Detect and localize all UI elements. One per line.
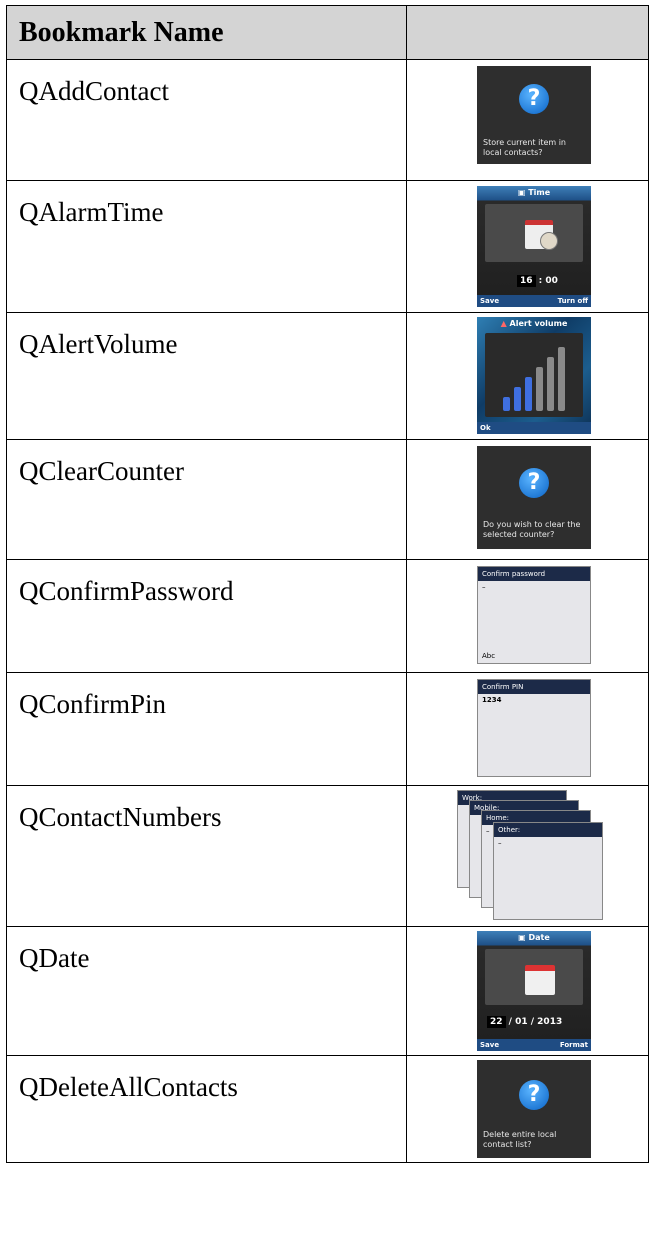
form-value: –	[482, 583, 486, 591]
date-title: Date	[528, 933, 550, 942]
bookmark-name: QDate	[6, 926, 407, 1056]
table-row: QConfirmPin Confirm PIN 1234	[6, 672, 649, 786]
bookmark-table: Bookmark Name QAddContact ? Store curren…	[6, 5, 649, 1163]
date-value: 22 / 01 / 2013	[487, 1016, 563, 1028]
bookmark-thumbnail: Work: Mobile: Home: – Other: –	[406, 785, 649, 927]
softkey-right: Format	[559, 1041, 588, 1049]
header-bookmark-name: Bookmark Name	[6, 5, 407, 60]
volume-bar-2	[514, 387, 521, 411]
header-image	[406, 5, 649, 60]
time-value: 16 : 00	[517, 275, 558, 287]
bookmark-name: QClearCounter	[6, 439, 407, 560]
volume-title: Alert volume	[509, 319, 568, 328]
softkey-left: Save	[480, 1041, 500, 1049]
question-screen: ? Do you wish to clear the selected coun…	[477, 446, 591, 549]
day-field: 22	[487, 1016, 506, 1028]
table-row: QConfirmPassword Confirm password – Abc	[6, 559, 649, 673]
bookmark-name: QContactNumbers	[6, 785, 407, 927]
bookmark-thumbnail: ? Do you wish to clear the selected coun…	[406, 439, 649, 560]
form-value: 1234	[482, 696, 502, 704]
screen-title: ▣ Time	[477, 188, 591, 197]
input-mode: Abc	[482, 652, 496, 660]
table-row: QDeleteAllContacts ? Delete entire local…	[6, 1055, 649, 1163]
question-text: Do you wish to clear the selected counte…	[483, 520, 581, 539]
bookmark-thumbnail: Confirm PIN 1234	[406, 672, 649, 786]
month-year: / 01 / 2013	[508, 1017, 563, 1027]
screen-title: ▲ Alert volume	[477, 319, 591, 328]
stack-card-other: Other: –	[493, 822, 603, 920]
volume-bar-1	[503, 397, 510, 411]
password-form-screen: Confirm password – Abc	[477, 566, 591, 664]
date-panel	[485, 949, 583, 1005]
volume-bar-6	[558, 347, 565, 411]
bookmark-name: QDeleteAllContacts	[6, 1055, 407, 1163]
card-value: –	[498, 839, 502, 847]
bookmark-thumbnail: ? Store current item in local contacts?	[406, 59, 649, 181]
softkey-bar: Ok	[477, 422, 591, 434]
volume-bar-4	[536, 367, 543, 411]
bookmark-name: QConfirmPassword	[6, 559, 407, 673]
clock-icon	[540, 232, 558, 250]
volume-screen: ▲ Alert volume Ok	[477, 317, 591, 434]
bookmark-name: QAlertVolume	[6, 312, 407, 440]
bookmark-thumbnail: Confirm password – Abc	[406, 559, 649, 673]
softkey-bar: Save Format	[477, 1039, 591, 1051]
table-row: QClearCounter ? Do you wish to clear the…	[6, 439, 649, 560]
question-icon: ?	[519, 1080, 549, 1110]
question-icon: ?	[519, 84, 549, 114]
calendar-icon	[525, 965, 555, 995]
volume-bar-5	[547, 357, 554, 411]
time-title: Time	[528, 188, 551, 197]
table-row: QAddContact ? Store current item in loca…	[6, 59, 649, 181]
question-text: Delete entire local contact list?	[483, 1130, 557, 1149]
time-screen: ▣ Time 16 : 00 Save Turn off	[477, 186, 591, 307]
calendar-title-icon: ▣	[518, 933, 529, 942]
volume-panel	[485, 333, 583, 417]
table-row: QAlertVolume ▲ Alert volume Ok	[6, 312, 649, 440]
bookmark-thumbnail: ▣ Date 22 / 01 / 2013 Save Format	[406, 926, 649, 1056]
bookmark-name: QConfirmPin	[6, 672, 407, 786]
screen-title: ▣ Date	[477, 933, 591, 942]
bookmark-thumbnail: ▲ Alert volume Ok	[406, 312, 649, 440]
question-screen: ? Store current item in local contacts?	[477, 66, 591, 164]
clock-title-icon: ▣	[517, 188, 529, 197]
volume-bar-3	[525, 377, 532, 411]
card-label: Other:	[494, 823, 602, 837]
table-row: QContactNumbers Work: Mobile: Home: – Ot…	[6, 785, 649, 927]
table-row: QAlarmTime ▣ Time 16 : 00 Save Turn off	[6, 180, 649, 313]
question-text: Store current item in local contacts?	[483, 138, 566, 157]
bookmark-name: QAlarmTime	[6, 180, 407, 313]
bookmark-thumbnail: ▣ Time 16 : 00 Save Turn off	[406, 180, 649, 313]
hour-field: 16	[517, 275, 536, 287]
softkey-right: Turn off	[557, 297, 588, 305]
alert-icon: ▲	[500, 319, 510, 328]
table-row: QDate ▣ Date 22 / 01 / 2013 Save Format	[6, 926, 649, 1056]
bookmark-name: QAddContact	[6, 59, 407, 181]
softkey-bar: Save Turn off	[477, 295, 591, 307]
table-header-row: Bookmark Name	[6, 5, 649, 60]
bookmark-thumbnail: ? Delete entire local contact list?	[406, 1055, 649, 1163]
softkey-left: Ok	[480, 424, 491, 432]
form-header: Confirm password	[478, 567, 590, 581]
softkey-left: Save	[480, 297, 500, 305]
minute-field: 00	[545, 276, 558, 286]
question-screen: ? Delete entire local contact list?	[477, 1060, 591, 1158]
pin-form-screen: Confirm PIN 1234	[477, 679, 591, 777]
volume-bars	[503, 341, 573, 411]
time-separator: :	[538, 276, 543, 286]
form-header: Confirm PIN	[478, 680, 590, 694]
time-panel	[485, 204, 583, 262]
question-icon: ?	[519, 468, 549, 498]
date-screen: ▣ Date 22 / 01 / 2013 Save Format	[477, 931, 591, 1051]
